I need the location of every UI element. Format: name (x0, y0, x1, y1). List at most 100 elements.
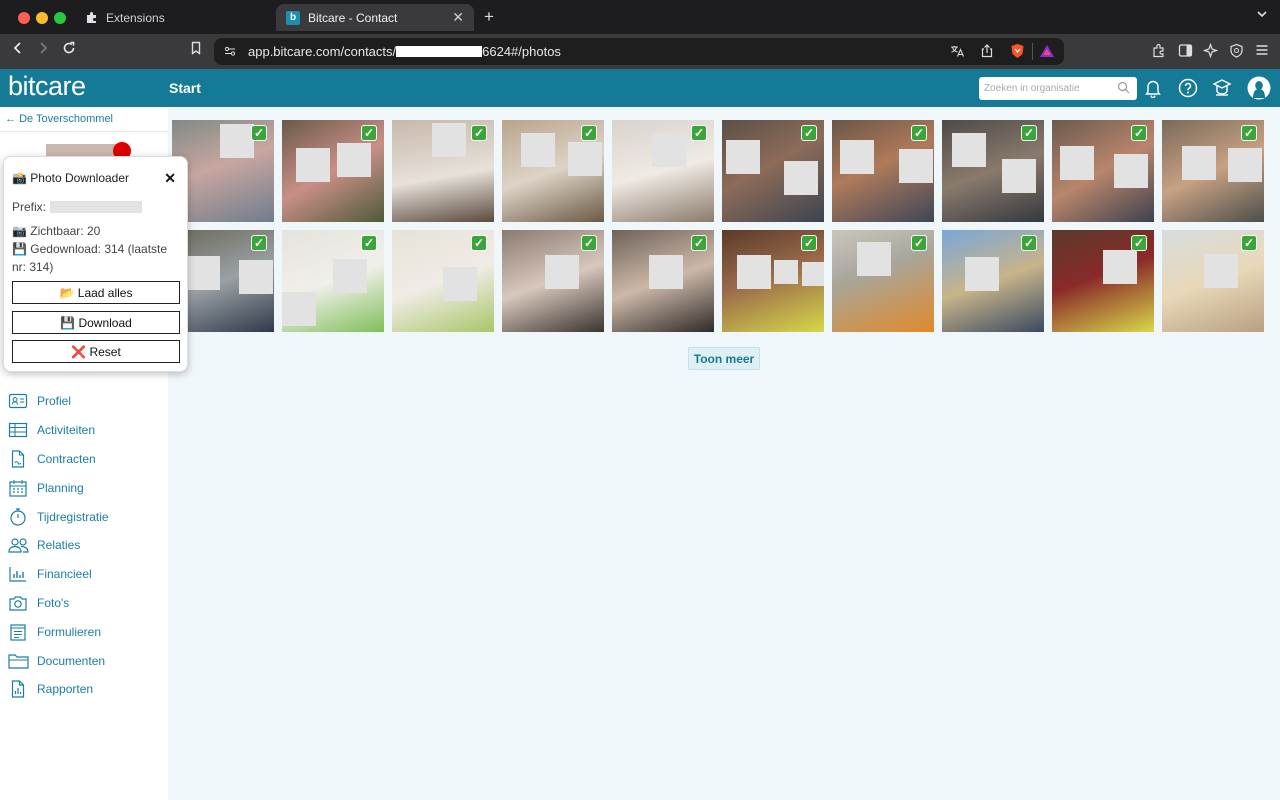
tab-list-chevron-icon[interactable] (1256, 8, 1268, 23)
vpn-shield-icon[interactable] (1229, 43, 1244, 61)
nav-start[interactable]: Start (169, 80, 201, 96)
sidebar-item-activiteiten[interactable]: Activiteiten (0, 416, 168, 445)
selected-checkmark-icon[interactable]: ✓ (581, 235, 597, 251)
selected-checkmark-icon[interactable]: ✓ (581, 125, 597, 141)
help-icon[interactable] (1178, 78, 1198, 98)
sidebar-item-label: Contracten (37, 451, 96, 466)
selected-checkmark-icon[interactable]: ✓ (801, 125, 817, 141)
address-bar[interactable]: app.bitcare.com/contacts/6624#/photos (214, 38, 1064, 65)
photo-thumbnail[interactable]: ✓ (502, 120, 604, 222)
photo-thumbnail[interactable]: ✓ (392, 120, 494, 222)
tab-bitcare-contact[interactable]: b Bitcare - Contact ✕ (276, 4, 474, 31)
photo-thumbnail[interactable]: ✓ (1052, 120, 1154, 222)
sidebar-item-financieel[interactable]: Financieel (0, 560, 168, 589)
search-icon[interactable] (1117, 81, 1131, 95)
browser-toolbar: app.bitcare.com/contacts/6624#/photos (0, 34, 1280, 69)
browser-tab-bar: Extensions b Bitcare - Contact ✕ + (0, 0, 1280, 34)
brave-rewards-icon[interactable] (1039, 44, 1055, 61)
close-icon[interactable]: ✕ (164, 170, 176, 187)
photo-thumbnail[interactable]: ✓ (282, 230, 384, 332)
maximize-window-button[interactable] (54, 12, 66, 24)
face-redaction-box (333, 259, 367, 293)
photo-thumbnail[interactable]: ✓ (832, 120, 934, 222)
photo-thumbnail[interactable]: ✓ (1052, 230, 1154, 332)
menu-icon[interactable] (1255, 43, 1269, 60)
bookmark-icon[interactable] (186, 41, 206, 60)
face-redaction-box (186, 256, 220, 290)
organisation-search-input[interactable] (979, 77, 1137, 100)
selected-checkmark-icon[interactable]: ✓ (801, 235, 817, 251)
selected-checkmark-icon[interactable]: ✓ (691, 125, 707, 141)
bitcare-favicon-icon: b (286, 10, 300, 25)
sidebar-item-profiel[interactable]: Profiel (0, 387, 168, 416)
close-tab-icon[interactable]: ✕ (452, 9, 464, 26)
photo-thumbnail[interactable]: ✓ (942, 230, 1044, 332)
face-redaction-box (965, 257, 999, 291)
sidebar-item-label: Rapporten (37, 682, 94, 697)
reset-button[interactable]: ❌ Reset (12, 340, 180, 363)
selected-checkmark-icon[interactable]: ✓ (1021, 235, 1037, 251)
download-button[interactable]: 💾 Download (12, 311, 180, 334)
close-window-button[interactable] (18, 12, 30, 24)
sidebar-item-fotos[interactable]: Foto's (0, 589, 168, 618)
sidebar-item-contracten[interactable]: Contracten (0, 445, 168, 474)
prefix-input[interactable] (50, 201, 143, 213)
extensions-icon[interactable] (1152, 43, 1167, 61)
forward-button[interactable] (33, 41, 53, 60)
photo-thumbnail[interactable]: ✓ (612, 230, 714, 332)
sidebar-item-tijdregistratie[interactable]: Tijdregistratie (0, 502, 168, 531)
selected-checkmark-icon[interactable]: ✓ (1131, 125, 1147, 141)
sidebar-item-formulieren[interactable]: Formulieren (0, 617, 168, 646)
site-settings-icon[interactable] (224, 45, 236, 60)
selected-checkmark-icon[interactable]: ✓ (361, 235, 377, 251)
face-redaction-box (774, 260, 798, 284)
sidebar-item-label: Planning (37, 480, 84, 495)
share-icon[interactable] (980, 44, 994, 61)
selected-checkmark-icon[interactable]: ✓ (1131, 235, 1147, 251)
selected-checkmark-icon[interactable]: ✓ (911, 125, 927, 141)
photo-thumbnail[interactable]: ✓ (282, 120, 384, 222)
selected-checkmark-icon[interactable]: ✓ (251, 235, 267, 251)
brave-shields-icon[interactable] (1010, 43, 1025, 62)
new-tab-button[interactable]: + (484, 7, 494, 27)
sidebar-item-relaties[interactable]: Relaties (0, 531, 168, 560)
selected-checkmark-icon[interactable]: ✓ (471, 125, 487, 141)
sidebar-toggle-icon[interactable] (1178, 43, 1193, 61)
selected-checkmark-icon[interactable]: ✓ (691, 235, 707, 251)
photo-thumbnail[interactable]: ✓ (722, 230, 824, 332)
photo-thumbnail[interactable]: ✓ (1162, 230, 1264, 332)
back-button[interactable] (8, 41, 28, 60)
sidebar-item-rapporten[interactable]: Rapporten (0, 675, 168, 704)
face-redaction-box (545, 255, 579, 289)
redacted-contact-id (396, 46, 483, 57)
photo-thumbnail[interactable]: ✓ (612, 120, 714, 222)
back-link[interactable]: ← De Toverschommel (5, 113, 113, 125)
translate-icon[interactable] (950, 44, 965, 61)
bitcare-logo[interactable]: bitcare (8, 71, 86, 102)
sidebar-item-planning[interactable]: Planning (0, 473, 168, 502)
school-icon[interactable] (1212, 78, 1232, 98)
photo-thumbnail[interactable]: ✓ (832, 230, 934, 332)
load-all-button[interactable]: 📂 Laad alles (12, 281, 180, 304)
selected-checkmark-icon[interactable]: ✓ (1021, 125, 1037, 141)
selected-checkmark-icon[interactable]: ✓ (471, 235, 487, 251)
photo-thumbnail[interactable]: ✓ (1162, 120, 1264, 222)
minimize-window-button[interactable] (36, 12, 48, 24)
selected-checkmark-icon[interactable]: ✓ (1241, 235, 1257, 251)
notifications-bell-icon[interactable] (1144, 78, 1164, 99)
sidebar-item-documenten[interactable]: Documenten (0, 646, 168, 675)
tab-extensions[interactable]: Extensions (74, 4, 270, 31)
user-avatar-icon[interactable] (1247, 76, 1271, 100)
face-redaction-box (443, 267, 477, 301)
selected-checkmark-icon[interactable]: ✓ (911, 235, 927, 251)
photo-thumbnail[interactable]: ✓ (722, 120, 824, 222)
selected-checkmark-icon[interactable]: ✓ (251, 125, 267, 141)
selected-checkmark-icon[interactable]: ✓ (361, 125, 377, 141)
selected-checkmark-icon[interactable]: ✓ (1241, 125, 1257, 141)
show-more-button[interactable]: Toon meer (688, 347, 760, 370)
photo-thumbnail[interactable]: ✓ (392, 230, 494, 332)
photo-thumbnail[interactable]: ✓ (942, 120, 1044, 222)
reload-button[interactable] (59, 41, 79, 60)
leo-ai-icon[interactable] (1202, 42, 1219, 61)
photo-thumbnail[interactable]: ✓ (502, 230, 604, 332)
